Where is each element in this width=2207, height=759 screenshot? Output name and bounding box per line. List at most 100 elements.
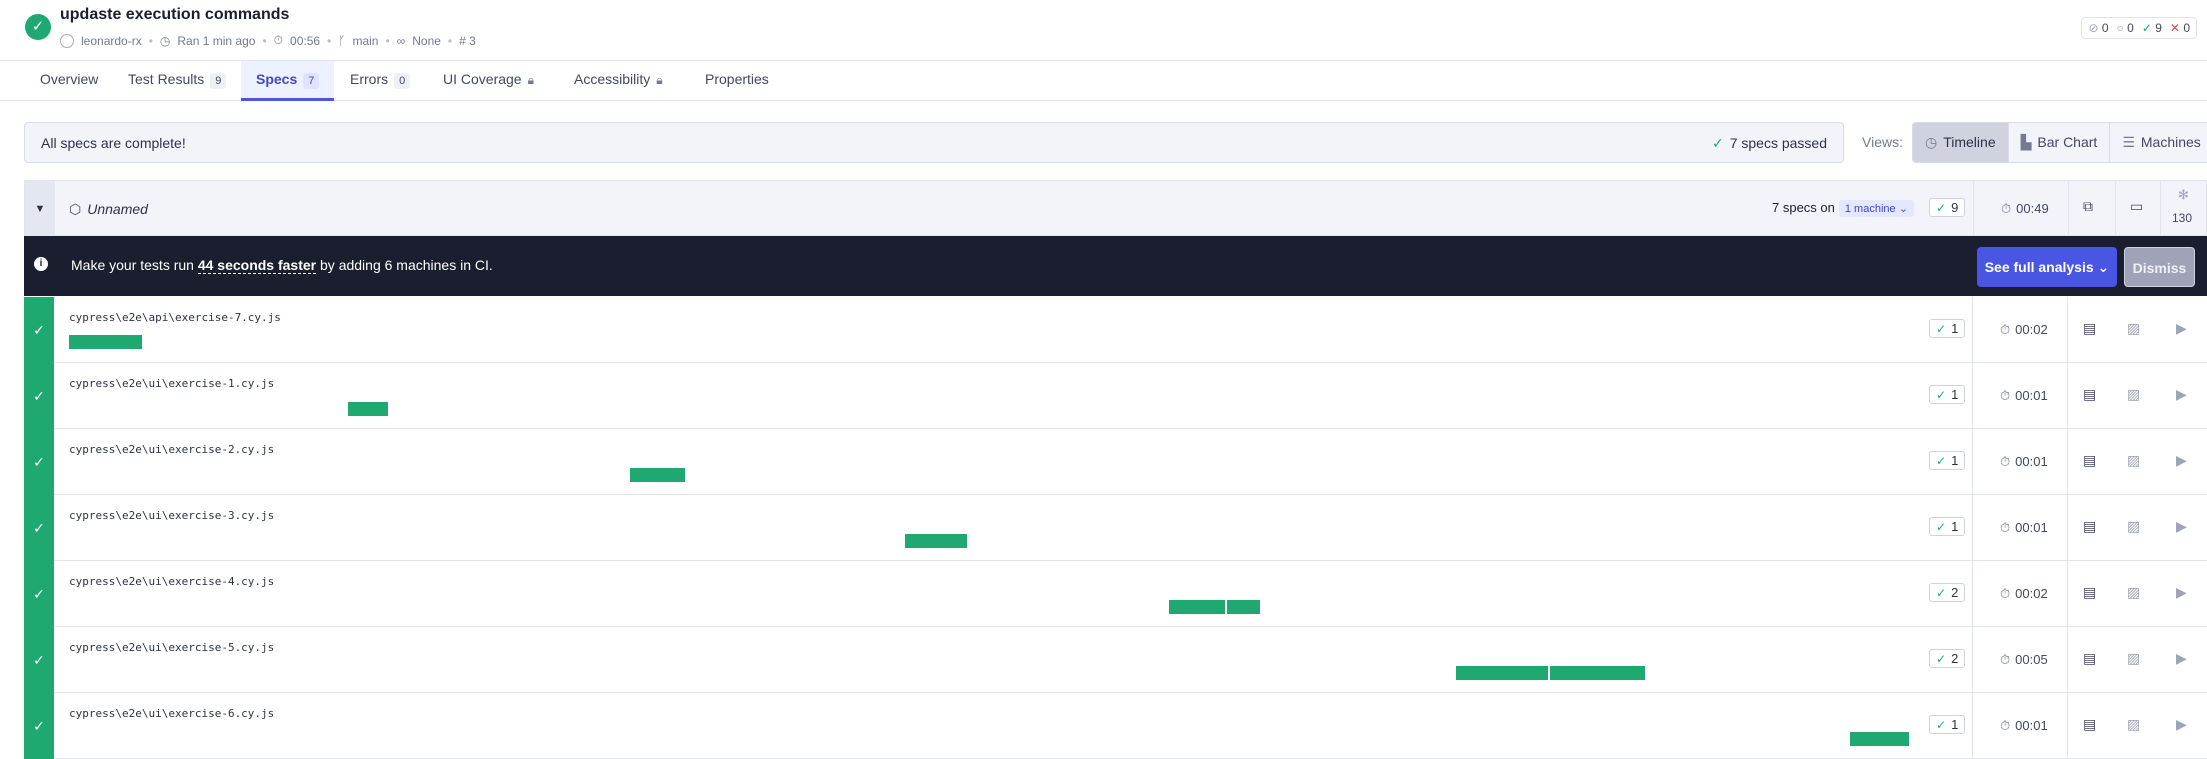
video-icon[interactable]: ▶ <box>2176 716 2187 733</box>
screenshot-icon[interactable]: ▨ <box>2127 320 2140 337</box>
test-replay-icon[interactable]: ▤ <box>2083 650 2096 667</box>
view-machines-button[interactable]: ☰ Machines <box>2110 123 2207 162</box>
timeline-bar[interactable] <box>347 402 388 416</box>
spec-passed-badge: ✓ 1 <box>1929 319 1966 338</box>
group-spec-count: 7 specs on 1 machine ⌄ <box>1772 200 1914 217</box>
spec-passed-badge: ✓ 2 <box>1929 583 1966 602</box>
spec-file-name[interactable]: cypress\e2e\api\exercise-7.cy.js <box>69 311 281 324</box>
time-saved: 44 seconds faster <box>197 257 317 274</box>
spec-row[interactable]: ✓ cypress\e2e\ui\exercise-5.cy.js ✓ 2 ⏱ 00:05… <box>24 627 2207 693</box>
video-icon[interactable]: ▶ <box>2176 386 2187 403</box>
spec-file-name[interactable]: cypress\e2e\ui\exercise-2.cy.js <box>69 443 274 456</box>
video-icon[interactable]: ▶ <box>2176 650 2187 667</box>
collapse-caret-icon[interactable]: ▼ <box>25 181 55 237</box>
group-duration: ⏱ 00:49 <box>2001 201 2049 216</box>
screenshot-icon[interactable]: ▨ <box>2127 386 2140 403</box>
timeline-bar[interactable] <box>1168 600 1226 614</box>
test-replay-icon[interactable]: ▤ <box>2083 452 2096 469</box>
check-icon: ✓ <box>1711 135 1724 151</box>
skipped-icon: ⊘ <box>2088 21 2099 35</box>
timeline-bar[interactable] <box>1456 666 1548 680</box>
stopwatch-icon: ⏱ <box>2000 652 2011 667</box>
spec-row[interactable]: ✓ cypress\e2e\ui\exercise-1.cy.js ✓ 1 ⏱ 00:01… <box>24 363 2207 429</box>
test-replay-icon[interactable]: ▤ <box>2083 386 2096 403</box>
spec-duration: ⏱ 00:01 <box>2000 718 2048 733</box>
tab-badge: 7 <box>303 73 320 89</box>
tab-properties[interactable]: Properties <box>689 61 785 101</box>
spec-file-name[interactable]: cypress\e2e\ui\exercise-1.cy.js <box>69 377 274 390</box>
spec-duration: ⏱ 00:02 <box>2000 322 2048 337</box>
spec-row[interactable]: ✓ cypress\e2e\ui\exercise-2.cy.js ✓ 1 ⏱ 00:01… <box>24 429 2207 495</box>
check-icon: ✓ <box>24 561 54 627</box>
tab-specs[interactable]: Specs 7 <box>241 61 334 101</box>
check-icon: ✓ <box>1936 322 1947 336</box>
video-icon[interactable]: ▶ <box>2176 584 2187 601</box>
spec-row[interactable]: ✓ cypress\e2e\api\exercise-7.cy.js ✓ 1 ⏱ 00:0… <box>24 297 2207 363</box>
dismiss-button[interactable]: Dismiss <box>2124 247 2195 287</box>
spec-passed-badge: ✓ 1 <box>1929 451 1966 470</box>
tab-overview[interactable]: Overview <box>24 61 114 101</box>
group-passed-badge: ✓ 9 <box>1929 198 1966 217</box>
tab-errors[interactable]: Errors 0 <box>334 61 426 101</box>
run-duration: 00:56 <box>290 33 321 48</box>
tab-test-results[interactable]: Test Results 9 <box>112 61 242 101</box>
views-label: Views: <box>1862 134 1903 150</box>
stopwatch-icon: ⏱ <box>2000 718 2011 733</box>
video-icon[interactable]: ▶ <box>2176 518 2187 535</box>
clock-icon: ◷ <box>159 33 171 48</box>
banner-message: All specs are complete! <box>41 135 186 151</box>
spec-passed-badge: ✓ 1 <box>1929 385 1966 404</box>
timeline-bar[interactable] <box>1227 600 1261 614</box>
timeline-bar[interactable] <box>1850 732 1909 746</box>
see-full-analysis-button[interactable]: See full analysis ⌄ <box>1977 247 2117 287</box>
timeline-bar[interactable] <box>629 468 685 482</box>
spec-file-name[interactable]: cypress\e2e\ui\exercise-5.cy.js <box>69 641 274 654</box>
spec-file-name[interactable]: cypress\e2e\ui\exercise-4.cy.js <box>69 575 274 588</box>
timeline-bar[interactable] <box>904 534 967 548</box>
test-replay-icon[interactable]: ▤ <box>2083 716 2096 733</box>
pending-count: ○ 0 <box>2116 21 2134 35</box>
stopwatch-icon: ⏱ <box>2000 388 2011 403</box>
concurrency-value: 130 <box>2172 211 2193 225</box>
info-icon: i <box>34 257 48 271</box>
check-icon: ✓ <box>24 429 54 495</box>
result-counts[interactable]: ⊘ 0 ○ 0 ✓ 9 ✕ 0 <box>2081 17 2197 39</box>
spec-duration: ⏱ 00:01 <box>2000 520 2048 535</box>
tab-badge: 9 <box>210 73 227 89</box>
spec-row[interactable]: ✓ cypress\e2e\ui\exercise-3.cy.js ✓ 1 ⏱ 00:01… <box>24 495 2207 561</box>
tab-badge: 0 <box>394 73 411 89</box>
test-replay-icon[interactable]: ▤ <box>2083 518 2096 535</box>
branch-name[interactable]: main <box>352 34 378 48</box>
passed-status-icon: ✓ <box>25 14 51 40</box>
stopwatch-icon: ⏱ <box>2001 201 2012 216</box>
spec-file-name[interactable]: cypress\e2e\ui\exercise-6.cy.js <box>69 707 274 720</box>
machine-count-dropdown[interactable]: 1 machine ⌄ <box>1838 200 1914 217</box>
screenshot-icon[interactable]: ▨ <box>2127 518 2140 535</box>
author-name[interactable]: leonardo-rx <box>81 34 142 48</box>
test-replay-icon[interactable]: ▤ <box>2083 320 2096 337</box>
screenshot-icon[interactable]: ▨ <box>2127 716 2140 733</box>
check-icon: ✓ <box>1936 652 1947 666</box>
check-icon: ✓ <box>24 693 54 759</box>
copy-icon[interactable]: ⧉ <box>2083 198 2093 215</box>
run-title: updaste execution commands <box>60 6 290 23</box>
timeline-bar[interactable] <box>69 335 143 349</box>
screenshot-icon[interactable]: ▨ <box>2127 650 2140 667</box>
stopwatch-icon: ⏱ <box>2000 322 2011 337</box>
monitor-icon[interactable]: ▭ <box>2130 198 2143 215</box>
screenshot-icon[interactable]: ▨ <box>2127 584 2140 601</box>
cube-icon: ⬡ <box>69 201 82 217</box>
video-icon[interactable]: ▶ <box>2176 320 2187 337</box>
view-bar-chart-button[interactable]: ▙ Bar Chart <box>2009 123 2111 162</box>
screenshot-icon[interactable]: ▨ <box>2127 452 2140 469</box>
tab-accessibility[interactable]: Accessibility 🔒︎ <box>558 61 679 101</box>
spec-row[interactable]: ✓ cypress\e2e\ui\exercise-4.cy.js ✓ 2 ⏱ 00:02… <box>24 561 2207 627</box>
view-timeline-button[interactable]: ◷ Timeline <box>1913 123 2009 162</box>
spec-file-name[interactable]: cypress\e2e\ui\exercise-3.cy.js <box>69 509 274 522</box>
timeline-bar[interactable] <box>1549 666 1646 680</box>
video-icon[interactable]: ▶ <box>2176 452 2187 469</box>
test-replay-icon[interactable]: ▤ <box>2083 584 2096 601</box>
spec-row[interactable]: ✓ cypress\e2e\ui\exercise-6.cy.js ✓ 1 ⏱ 00:01… <box>24 693 2207 759</box>
ran-time: Ran 1 min ago <box>177 33 256 48</box>
tab-ui-coverage[interactable]: UI Coverage 🔒︎ <box>427 61 550 101</box>
